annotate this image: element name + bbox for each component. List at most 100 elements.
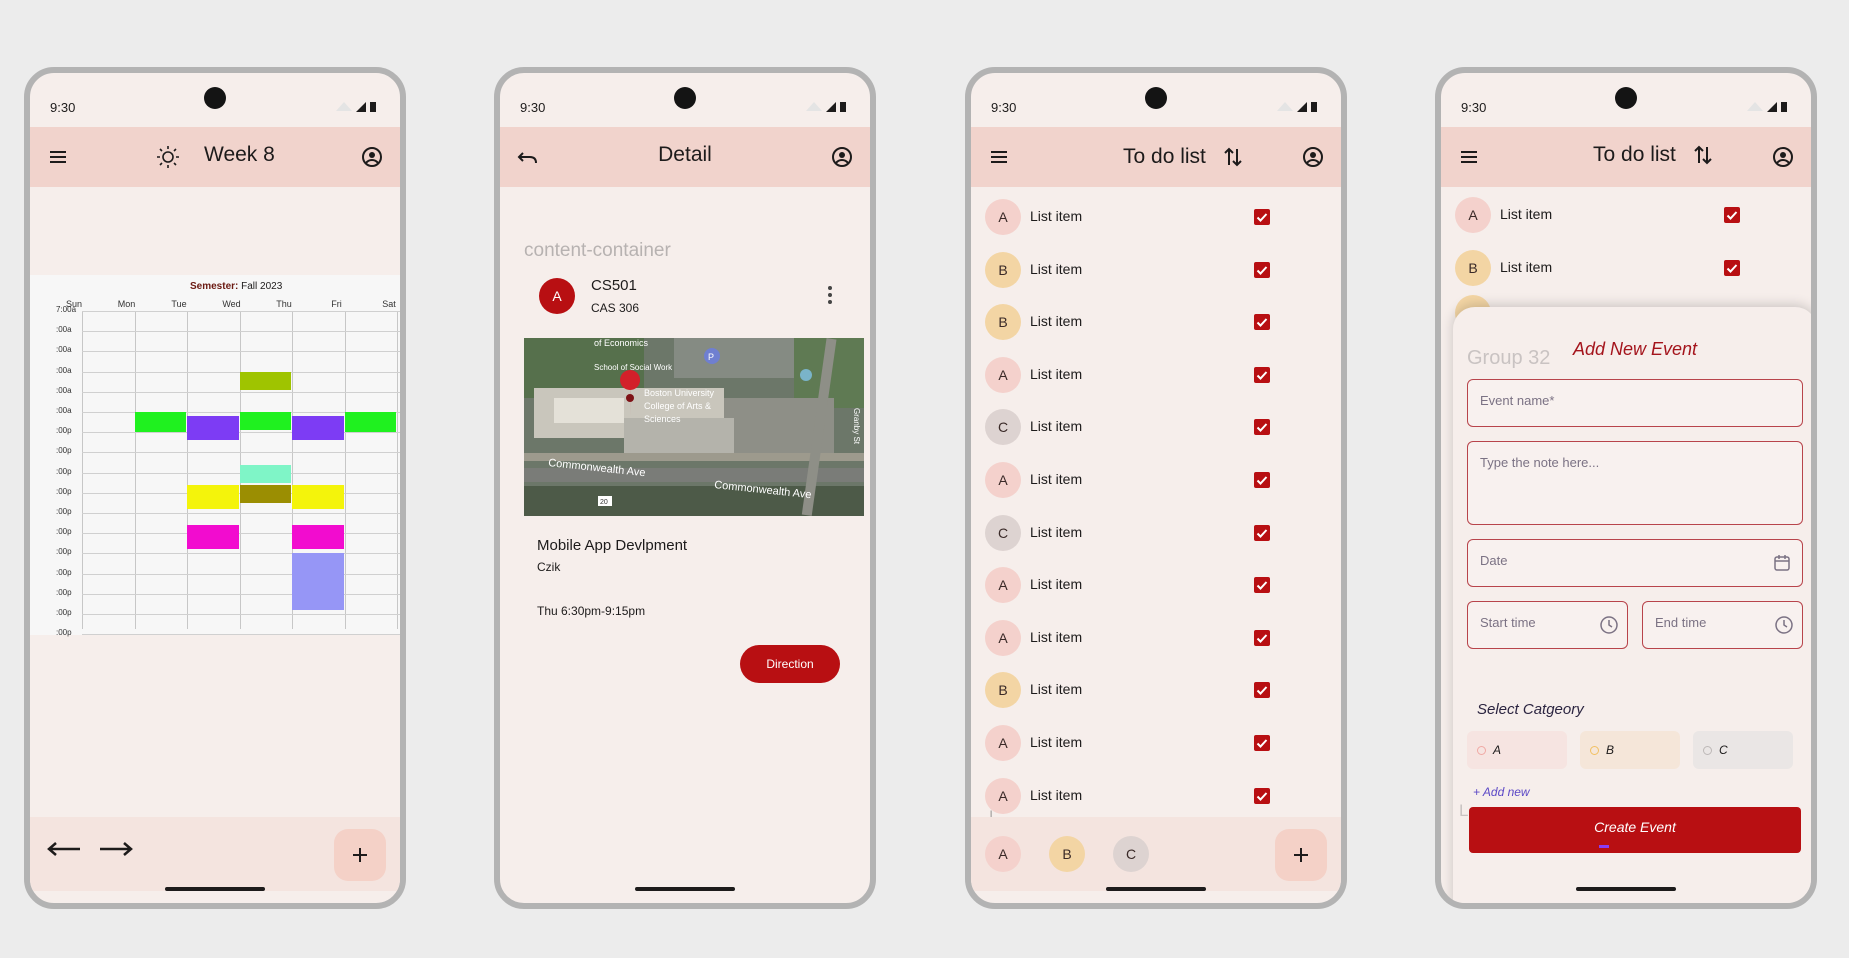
start-time-placeholder: Start time: [1480, 615, 1536, 630]
calendar-event-block[interactable]: [292, 525, 344, 550]
list-item-checkbox[interactable]: [1724, 259, 1740, 276]
bottom-bar: ABC: [971, 817, 1341, 891]
clock-icon[interactable]: [1599, 615, 1619, 635]
arrow-right-icon[interactable]: [96, 839, 136, 859]
calendar-event-block[interactable]: [239, 484, 291, 503]
time-label: :00p: [56, 446, 72, 456]
time-label: :00a: [56, 345, 72, 355]
direction-button[interactable]: Direction: [740, 645, 840, 683]
account-icon[interactable]: [358, 143, 386, 171]
list-item[interactable]: B List item: [1441, 246, 1811, 290]
note-field[interactable]: Type the note here...: [1467, 441, 1803, 525]
week-calendar: Semester: Fall 2023 Sun Mon Tue Wed Thu Fri Sa…: [30, 275, 400, 638]
list-item[interactable]: B List item: [971, 668, 1341, 712]
list-item[interactable]: C List item: [971, 511, 1341, 555]
end-time-field[interactable]: End time: [1642, 601, 1803, 649]
home-indicator: [1576, 887, 1676, 891]
start-time-field[interactable]: Start time: [1467, 601, 1628, 649]
bottom-bar: [30, 817, 400, 891]
sort-icon[interactable]: [1221, 145, 1245, 169]
plus-icon: [353, 848, 367, 862]
calendar-event-block[interactable]: [239, 412, 291, 431]
list-item[interactable]: A List item: [971, 458, 1341, 502]
date-field[interactable]: Date: [1467, 539, 1803, 587]
time-label: :00p: [56, 547, 72, 557]
end-time-placeholder: End time: [1655, 615, 1707, 630]
account-icon[interactable]: [1769, 143, 1797, 171]
event-name-field[interactable]: Event name*: [1467, 379, 1803, 427]
campus-map[interactable]: of Economics School of Social Work P Bos…: [524, 338, 864, 516]
time-label: :00p: [56, 486, 72, 496]
status-bar: 9:30: [500, 73, 870, 127]
calendar-event-block[interactable]: [292, 416, 344, 441]
category-filter-a[interactable]: A: [985, 836, 1021, 872]
day-header: Wed: [222, 299, 241, 309]
list-item-checkbox[interactable]: [1724, 207, 1740, 223]
list-item[interactable]: A List item: [971, 353, 1341, 397]
list-item-checkbox[interactable]: [1254, 366, 1270, 383]
grid-column-line: [397, 311, 398, 629]
list-item-checkbox[interactable]: [1254, 524, 1270, 541]
calendar-event-block[interactable]: [292, 553, 344, 610]
status-bar: 9:30: [30, 73, 400, 127]
calendar-event-block[interactable]: [134, 412, 186, 433]
calendar-event-block[interactable]: [187, 416, 239, 441]
add-new-category[interactable]: + Add new: [1473, 785, 1530, 799]
add-fab[interactable]: [1275, 829, 1327, 881]
list-item[interactable]: A List item: [1441, 193, 1811, 237]
list-item-checkbox[interactable]: [1254, 209, 1270, 225]
account-icon[interactable]: [828, 143, 856, 171]
camera-cutout: [1145, 87, 1167, 109]
brightness-icon[interactable]: [156, 145, 180, 169]
menu-icon[interactable]: [1455, 143, 1483, 171]
calendar-icon[interactable]: [1772, 553, 1792, 573]
course-name: Mobile App Devlpment: [537, 537, 688, 554]
list-item[interactable]: A List item: [971, 774, 1341, 818]
list-item-checkbox[interactable]: [1254, 735, 1270, 751]
category-chip-b[interactable]: B: [1580, 731, 1680, 769]
list-item[interactable]: C List item: [971, 405, 1341, 449]
time-label: :00a: [56, 406, 72, 415]
sort-icon[interactable]: [1691, 143, 1715, 167]
time-label: :00p: [56, 628, 72, 638]
list-item-checkbox[interactable]: [1254, 682, 1270, 699]
clock-icon[interactable]: [1774, 615, 1794, 635]
menu-icon[interactable]: [44, 143, 72, 171]
calendar-event-block[interactable]: [344, 412, 396, 433]
menu-icon[interactable]: [985, 143, 1013, 171]
category-chip-c[interactable]: C: [1693, 731, 1793, 769]
page-title: To do list: [1123, 145, 1206, 168]
list-item-avatar: B: [1455, 249, 1491, 286]
list-item-checkbox[interactable]: [1254, 629, 1270, 646]
list-item[interactable]: B List item: [971, 300, 1341, 344]
list-item[interactable]: A List item: [971, 616, 1341, 660]
more-vert-icon[interactable]: [825, 283, 835, 307]
list-item[interactable]: B List item: [971, 248, 1341, 292]
list-item-checkbox[interactable]: [1254, 314, 1270, 331]
list-item-checkbox[interactable]: [1254, 787, 1270, 804]
note-placeholder: Type the note here...: [1480, 455, 1600, 470]
add-fab[interactable]: [334, 829, 386, 881]
list-item-checkbox[interactable]: [1254, 261, 1270, 278]
time-label: :00a: [56, 325, 72, 335]
list-item[interactable]: A List item: [971, 195, 1341, 239]
map-label-bu-1: Boston University: [644, 388, 715, 398]
account-icon[interactable]: [1299, 143, 1327, 171]
grid-row-line: [82, 533, 400, 535]
calendar-event-block[interactable]: [187, 525, 239, 550]
calendar-event-block[interactable]: [187, 484, 239, 509]
list-item[interactable]: A List item: [971, 563, 1341, 607]
category-chip-a[interactable]: A: [1467, 731, 1567, 769]
arrow-left-icon[interactable]: [44, 839, 84, 859]
list-item-checkbox[interactable]: [1254, 577, 1270, 594]
list-item[interactable]: A List item: [971, 721, 1341, 765]
phone-calendar: 9:30 Week 8 Semester: Fall 2023 Sun Mon Tu…: [24, 67, 406, 909]
category-filter-b[interactable]: B: [1049, 836, 1085, 872]
calendar-event-block[interactable]: [292, 484, 344, 509]
category-filter-c[interactable]: C: [1113, 836, 1149, 872]
list-item-checkbox[interactable]: [1254, 419, 1270, 436]
list-item-checkbox[interactable]: [1254, 472, 1270, 488]
calendar-event-block[interactable]: [239, 371, 291, 390]
create-event-button[interactable]: Create Event: [1469, 807, 1801, 853]
calendar-event-block[interactable]: [239, 464, 291, 483]
